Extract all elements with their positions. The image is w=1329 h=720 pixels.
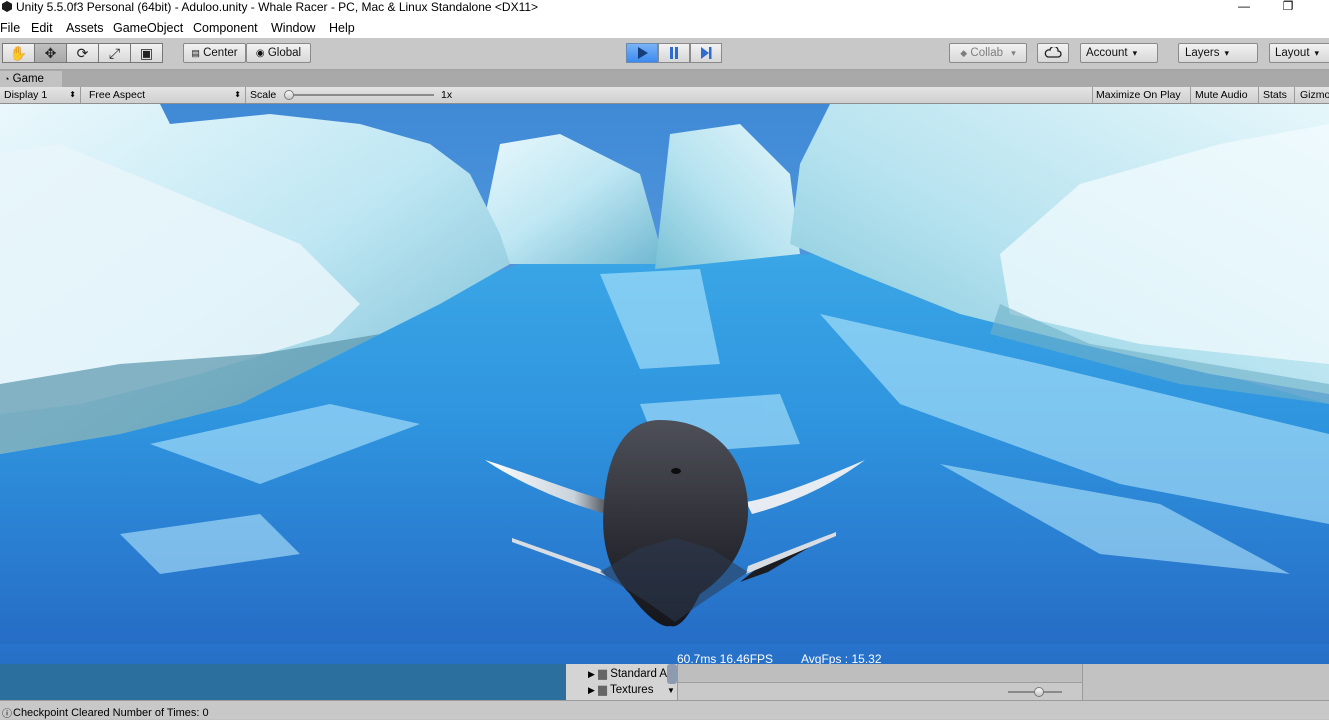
- project-panel: ▶ ▆ Standard Assets ▶ ▆ Textures ▼: [566, 664, 1329, 701]
- menu-assets[interactable]: Assets: [66, 20, 104, 36]
- scale-value: 1x: [441, 89, 453, 101]
- aspect-label: Free Aspect: [89, 89, 146, 101]
- collab-icon: ◆: [960, 48, 968, 58]
- menu-edit[interactable]: Edit: [31, 20, 53, 36]
- pause-button[interactable]: [658, 43, 690, 63]
- folder-label: Textures: [609, 684, 654, 696]
- tree-scrollbar[interactable]: [667, 664, 677, 684]
- move-icon: ✥: [44, 45, 57, 61]
- hand-icon: ✋: [9, 45, 28, 61]
- expand-arrow-icon: ▶: [588, 685, 595, 695]
- asset-grid: [678, 664, 1082, 701]
- whale-blowhole: [671, 468, 681, 474]
- updown-icon: ⬍: [234, 90, 241, 99]
- folder-icon: ▆: [598, 668, 607, 680]
- scene-continuation: [0, 664, 566, 700]
- mute-audio-toggle[interactable]: Mute Audio: [1191, 87, 1259, 103]
- layers-dropdown[interactable]: Layers: [1178, 43, 1258, 63]
- menu-window[interactable]: Window: [271, 20, 315, 36]
- step-icon: [701, 47, 712, 59]
- play-icon: [638, 47, 648, 59]
- menu-component[interactable]: Component: [193, 20, 258, 36]
- game-scene: [0, 104, 1329, 664]
- maximize-on-play-toggle[interactable]: Maximize On Play: [1093, 87, 1191, 103]
- play-button[interactable]: [626, 43, 658, 63]
- icon-size-slider-thumb[interactable]: [1034, 687, 1044, 697]
- collab-label: Collab: [970, 47, 1003, 59]
- space-label: Global: [267, 47, 302, 59]
- rotate-icon: ⟳: [76, 45, 89, 61]
- hand-tool-button[interactable]: ✋: [2, 43, 35, 63]
- pivot-rotation-button[interactable]: ◉ Global: [246, 43, 311, 63]
- display-dropdown[interactable]: Display 1 ⬍: [0, 87, 81, 103]
- inspector-area: [1082, 664, 1329, 700]
- minimize-button[interactable]: —: [1224, 0, 1264, 16]
- collab-dropdown[interactable]: ◆ Collab: [949, 43, 1027, 63]
- gizmos-toggle[interactable]: Gizmos: [1295, 87, 1329, 103]
- pause-icon: [670, 47, 678, 59]
- game-tab-label: Game: [12, 73, 44, 85]
- pivot-mode-button[interactable]: ▤ Center: [183, 43, 246, 63]
- menu-bar: File Edit Assets GameObject Component Wi…: [0, 18, 1329, 38]
- folder-icon: ▆: [598, 684, 607, 696]
- game-view-icon: ◔: [4, 74, 10, 84]
- expand-arrow-icon: ▶: [588, 669, 595, 679]
- game-viewport[interactable]: 60.7ms 16.46FPS AvgFps : 15.32: [0, 104, 1329, 664]
- updown-icon: ⬍: [69, 90, 76, 99]
- menu-help[interactable]: Help: [329, 20, 355, 36]
- stats-toggle[interactable]: Stats: [1259, 87, 1295, 103]
- fps-readout: 60.7ms 16.46FPS: [677, 652, 774, 664]
- tab-game[interactable]: ◔ Game: [0, 71, 62, 87]
- account-dropdown[interactable]: Account: [1080, 43, 1158, 63]
- status-bar[interactable]: ⓘ Checkpoint Cleared Number of Times: 0: [0, 700, 1329, 720]
- restore-button[interactable]: ❐: [1268, 0, 1308, 16]
- rotate-tool-button[interactable]: ⟳: [66, 43, 99, 63]
- folder-tree: ▶ ▆ Standard Assets ▶ ▆ Textures ▼: [566, 664, 678, 700]
- scroll-down-icon[interactable]: ▼: [667, 686, 675, 695]
- cloud-icon: [1044, 45, 1062, 58]
- move-tool-button[interactable]: ✥: [34, 43, 67, 63]
- display-label: Display 1: [4, 89, 48, 101]
- scale-slider-thumb[interactable]: [284, 90, 294, 100]
- menu-file[interactable]: File: [0, 20, 20, 36]
- scale-tool-button[interactable]: ⤢: [98, 43, 131, 63]
- avgfps-readout: AvgFps : 15.32: [801, 652, 882, 664]
- globe-icon: ◉: [255, 48, 265, 59]
- step-button[interactable]: [690, 43, 722, 63]
- rect-tool-icon: ▣: [139, 45, 154, 61]
- layout-dropdown[interactable]: Layout: [1269, 43, 1329, 63]
- pivot-label: Center: [203, 47, 238, 59]
- rect-tool-button[interactable]: ▣: [130, 43, 163, 63]
- window-title: Unity 5.5.0f3 Personal (64bit) - Aduloo.…: [16, 0, 539, 14]
- folder-row-textures[interactable]: ▶ ▆ Textures: [588, 683, 653, 697]
- cloud-button[interactable]: [1037, 43, 1069, 63]
- pivot-icon: ▤: [191, 48, 200, 58]
- status-message: Checkpoint Cleared Number of Times: 0: [13, 707, 209, 719]
- scale-icon: ⤢: [108, 45, 121, 61]
- scale-slider-track[interactable]: [286, 94, 434, 96]
- aspect-dropdown[interactable]: Free Aspect ⬍: [85, 87, 246, 103]
- folder-row-standard-assets[interactable]: ▶ ▆ Standard Assets: [588, 667, 677, 681]
- scale-label: Scale: [250, 89, 277, 101]
- info-icon: ⓘ: [2, 709, 12, 720]
- window-title-bar: Unity 5.5.0f3 Personal (64bit) - Aduloo.…: [0, 0, 1329, 18]
- game-view-toolbar: Display 1 ⬍ Free Aspect ⬍ Scale 1x Maxim…: [0, 87, 1329, 104]
- main-toolbar: ✋ ✥ ⟳ ⤢ ▣ ▤ Center ◉ Global ◆ Collab ▾ A…: [0, 38, 1329, 70]
- unity-logo-icon: [2, 1, 12, 12]
- menu-gameobject[interactable]: GameObject: [113, 20, 183, 36]
- tab-bar: [0, 70, 1329, 87]
